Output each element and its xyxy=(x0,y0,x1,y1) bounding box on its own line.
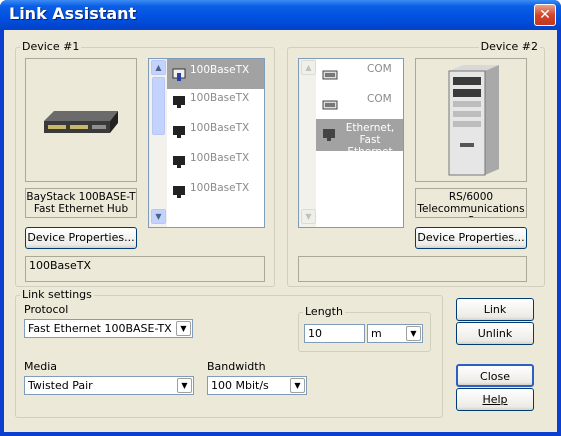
scroll-down-icon[interactable]: ▼ xyxy=(301,209,316,224)
ethernet-port-icon xyxy=(173,186,185,198)
media-value: Twisted Pair xyxy=(28,379,93,392)
device1-port-item[interactable]: 100BaseTX xyxy=(167,179,264,209)
hub-icon xyxy=(44,111,118,133)
device2-caption: RS/6000 Telecommunications S xyxy=(415,188,527,218)
device1-port-item[interactable]: 100BaseTX xyxy=(167,89,264,119)
device1-port-list[interactable]: ▲ ▼ 100BaseTX 100BaseTX 100BaseTX 100Bas… xyxy=(148,58,265,228)
device1-port-item[interactable]: 100BaseTX xyxy=(167,149,264,179)
link-button[interactable]: Link xyxy=(456,298,534,321)
device2-group: Device #2 ▲ ▼ COM COM Ethernet, Fast Eth… xyxy=(287,40,545,287)
port-label: 100BaseTX xyxy=(190,92,250,104)
length-unit-value: m xyxy=(371,327,382,340)
length-unit-select[interactable]: m ▼ xyxy=(367,324,423,343)
port-label: 100BaseTX xyxy=(190,122,250,134)
device1-port-item[interactable]: 100BaseTX xyxy=(167,119,264,149)
media-label: Media xyxy=(24,360,58,373)
device2-properties-button[interactable]: Device Properties... xyxy=(415,227,527,249)
scroll-thumb[interactable] xyxy=(152,77,165,135)
protocol-label: Protocol xyxy=(24,303,69,316)
port-label: 100BaseTX xyxy=(190,182,250,194)
chevron-down-icon[interactable]: ▼ xyxy=(176,321,191,336)
device1-port-item[interactable]: 100BaseTX xyxy=(167,59,264,89)
device1-caption: BayStack 100BASE-T Fast Ethernet Hub xyxy=(25,188,137,218)
device2-port-item[interactable]: Ethernet, Fast Ethernet xyxy=(316,119,403,158)
ethernet-port-icon xyxy=(173,156,185,168)
chevron-down-icon[interactable]: ▼ xyxy=(290,378,305,393)
device1-info: 100BaseTX xyxy=(25,256,265,282)
length-legend: Length xyxy=(303,305,345,318)
chevron-down-icon[interactable]: ▼ xyxy=(177,378,192,393)
device2-port-item[interactable]: COM xyxy=(316,59,403,89)
scroll-up-icon[interactable]: ▲ xyxy=(151,60,166,75)
device2-image xyxy=(415,58,527,182)
close-button[interactable]: Close xyxy=(456,364,534,387)
device2-scrollbar[interactable]: ▲ ▼ xyxy=(299,59,316,227)
device1-legend: Device #1 xyxy=(20,40,82,53)
bandwidth-select[interactable]: 100 Mbit/s ▼ xyxy=(207,376,307,395)
protocol-value: Fast Ethernet 100BASE-TX xyxy=(28,322,172,335)
scroll-down-icon[interactable]: ▼ xyxy=(151,209,166,224)
device1-group: Device #1 BayStack 100BASE-T Fast Ethern… xyxy=(15,40,275,287)
window-title: Link Assistant xyxy=(9,4,137,23)
scroll-up-icon[interactable]: ▲ xyxy=(301,60,316,75)
link-settings-legend: Link settings xyxy=(20,288,94,301)
port-label: COM xyxy=(367,63,392,75)
device2-info xyxy=(298,256,527,282)
dialog-body: Device #1 BayStack 100BASE-T Fast Ethern… xyxy=(4,30,557,432)
help-button[interactable]: Help xyxy=(456,388,534,411)
device1-scrollbar[interactable]: ▲ ▼ xyxy=(149,59,167,227)
ethernet-port-icon xyxy=(323,129,335,141)
port-label: 100BaseTX xyxy=(190,64,250,76)
title-bar[interactable]: Link Assistant ✕ xyxy=(0,0,561,30)
device2-port-item[interactable]: COM xyxy=(316,89,403,119)
port-label: 100BaseTX xyxy=(190,152,250,164)
device2-port-list[interactable]: ▲ ▼ COM COM Ethernet, Fast Ethernet xyxy=(298,58,404,228)
link-settings-group: Link settings Protocol Fast Ethernet 100… xyxy=(15,288,443,418)
server-tower-icon xyxy=(448,65,499,176)
close-icon[interactable]: ✕ xyxy=(534,4,556,26)
port-label: Ethernet, Fast Ethernet xyxy=(345,122,395,158)
com-port-icon xyxy=(322,70,338,80)
ethernet-port-icon xyxy=(173,96,185,108)
bandwidth-label: Bandwidth xyxy=(207,360,266,373)
bandwidth-value: 100 Mbit/s xyxy=(211,379,269,392)
port-label: COM xyxy=(367,93,392,105)
device1-properties-button[interactable]: Device Properties... xyxy=(25,227,137,249)
chevron-down-icon[interactable]: ▼ xyxy=(406,326,421,341)
com-port-icon xyxy=(322,100,338,110)
protocol-select[interactable]: Fast Ethernet 100BASE-TX ▼ xyxy=(24,319,193,338)
length-input[interactable]: 10 xyxy=(304,324,365,343)
device1-image xyxy=(25,58,137,182)
media-select[interactable]: Twisted Pair ▼ xyxy=(24,376,194,395)
device2-legend: Device #2 xyxy=(478,40,540,53)
unlink-button[interactable]: Unlink xyxy=(456,322,534,345)
ethernet-port-icon xyxy=(172,68,186,81)
length-group: Length 10 m ▼ xyxy=(298,305,431,352)
link-assistant-window: Link Assistant ✕ Device #1 BayStack 100B… xyxy=(0,0,561,436)
ethernet-port-icon xyxy=(173,126,185,138)
